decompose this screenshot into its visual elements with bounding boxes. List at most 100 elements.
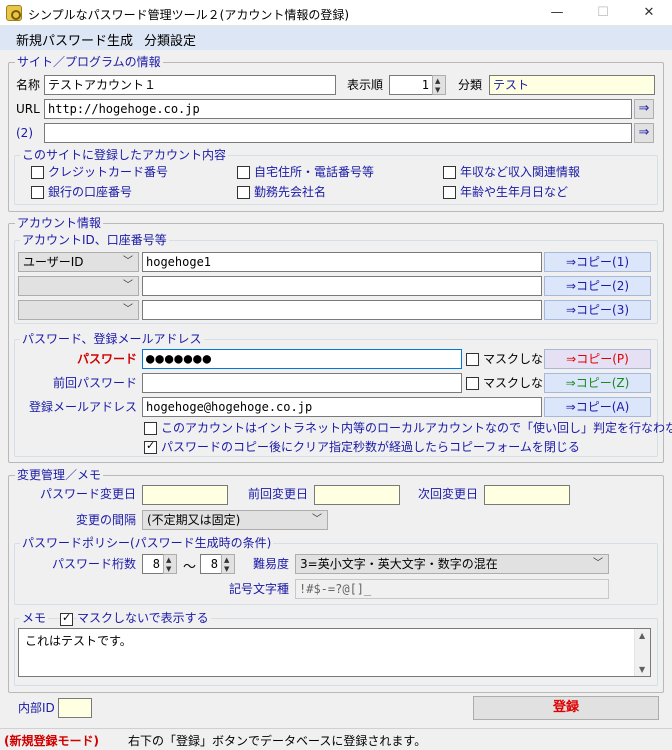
url-label: URL	[16, 102, 40, 116]
digits-label: パスワード桁数	[51, 557, 136, 571]
interval-value: (不定期又は固定)	[147, 513, 241, 527]
pw-changed-input[interactable]	[142, 485, 228, 505]
menu-new-password[interactable]: 新規パスワード生成	[16, 30, 133, 49]
app-lock-icon	[6, 5, 22, 21]
chevron-down-icon: ﹀	[123, 280, 133, 291]
url-input[interactable]: http://hogehoge.co.jp	[44, 99, 632, 119]
open-url-button[interactable]: ⇒	[634, 99, 654, 119]
status-message: 右下の「登録」ボタンでデータベースに登録されます。	[128, 734, 427, 748]
address-phone-label: 自宅住所・電話番号等	[254, 165, 375, 179]
digits-min-input[interactable]: 8	[142, 554, 164, 574]
id-input-1[interactable]: hogehoge1	[142, 252, 542, 272]
next-changed-label: 次回変更日	[418, 487, 479, 501]
chevron-down-icon: ﹀	[123, 256, 133, 267]
digits-max-input[interactable]: 8	[200, 554, 222, 574]
chevron-down-icon: ﹀	[312, 514, 322, 525]
scroll-down-icon[interactable]: ▼	[639, 665, 645, 674]
symbols-input: !#$-=?@[]_	[295, 579, 609, 599]
scroll-up-icon[interactable]: ▲	[639, 631, 645, 640]
id-type-select-3[interactable]: ﹀	[18, 300, 139, 320]
copy-password-button[interactable]: ⇒コピー(P)	[544, 349, 651, 369]
memo-text: これはテストです。	[25, 634, 132, 648]
prev-changed-input[interactable]	[314, 485, 400, 505]
close-copy-form-checkbox[interactable]	[144, 439, 157, 454]
category-input[interactable]: テスト	[489, 75, 655, 95]
open-url2-button[interactable]: ⇒	[634, 123, 654, 143]
copy-button-2[interactable]: ⇒コピー(2)	[544, 276, 651, 296]
id-input-3[interactable]	[142, 300, 542, 320]
local-account-checkbox[interactable]	[144, 422, 157, 435]
menu-bar: 新規パスワード生成 分類設定	[0, 26, 672, 50]
name-label: 名称	[16, 78, 41, 92]
copy-button-1[interactable]: ⇒コピー(1)	[544, 252, 651, 272]
password-input[interactable]: ●●●●●●●	[142, 349, 462, 369]
memo-show-checkbox[interactable]	[60, 611, 73, 626]
register-button[interactable]: 登録	[473, 696, 659, 720]
prev-changed-label: 前回変更日	[248, 487, 309, 501]
menu-category-settings[interactable]: 分類設定	[144, 30, 196, 49]
email-input[interactable]: hogehoge@hogehoge.co.jp	[142, 397, 542, 417]
symbols-label: 記号文字種	[229, 582, 290, 596]
id-type-select-1[interactable]: ユーザーID ﹀	[18, 252, 139, 272]
account-id-legend: アカウントID、口座番号等	[20, 233, 169, 247]
income-label: 年収など収入関連情報	[460, 165, 581, 179]
address-phone-checkbox[interactable]	[237, 166, 250, 179]
memo-legend: メモ	[20, 611, 49, 625]
order-spinner[interactable]: ▲ ▼	[432, 75, 446, 95]
digits-max-spinner[interactable]: ▲ ▼	[221, 554, 235, 574]
password-legend: パスワード、登録メールアドレス	[20, 332, 204, 346]
employer-checkbox[interactable]	[237, 186, 250, 199]
range-tilde: ～	[183, 560, 197, 575]
close-copy-form-label: パスワードのコピー後にクリア指定秒数が経過したらコピーフォームを閉じる	[161, 440, 580, 454]
status-mode: (新規登録モード)	[4, 734, 99, 748]
interval-label: 変更の間隔	[75, 513, 136, 527]
memo-scrollbar[interactable]: ▲ ▼	[634, 629, 650, 676]
account-content-legend: このサイトに登録したアカウント内容	[20, 148, 229, 162]
interval-select[interactable]: (不定期又は固定) ﹀	[142, 510, 328, 530]
account-info-legend: アカウント情報	[15, 216, 104, 230]
prev-mask-off-checkbox[interactable]	[466, 377, 479, 390]
pw-changed-label: パスワード変更日	[39, 487, 136, 501]
minimize-icon[interactable]: —	[534, 0, 580, 26]
maximize-icon: ☐	[597, 5, 609, 20]
employer-label: 勤務先会社名	[254, 185, 327, 199]
id-type-value-1: ユーザーID	[23, 255, 84, 269]
local-account-label: このアカウントはイントラネット内等のローカルアカウントなので「使い回し」判定を行…	[161, 421, 672, 435]
copy-email-button[interactable]: ⇒コピー(A)	[544, 397, 651, 417]
chevron-down-icon: ﹀	[593, 558, 603, 569]
copy-prev-password-button[interactable]: ⇒コピー(Z)	[544, 373, 651, 393]
prev-password-input[interactable]	[142, 373, 462, 393]
copy-button-3[interactable]: ⇒コピー(3)	[544, 300, 651, 320]
url2-input[interactable]	[44, 123, 632, 143]
close-icon[interactable]: ✕	[626, 0, 672, 26]
mask-off-checkbox[interactable]	[466, 353, 479, 366]
income-checkbox[interactable]	[443, 166, 456, 179]
change-memo-legend: 変更管理／メモ	[15, 468, 104, 482]
name-input[interactable]: テストアカウント１	[44, 75, 336, 95]
site-info-legend: サイト／プログラムの情報	[15, 55, 163, 69]
order-input[interactable]: 1	[389, 75, 433, 95]
status-bar: (新規登録モード) 右下の「登録」ボタンでデータベースに登録されます。	[0, 728, 672, 750]
prev-password-label: 前回パスワード	[52, 376, 137, 390]
email-label: 登録メールアドレス	[28, 400, 137, 414]
password-label: パスワード	[76, 352, 137, 366]
id-type-select-2[interactable]: ﹀	[18, 276, 139, 296]
difficulty-select[interactable]: 3=英小文字・英大文字・数字の混在 ﹀	[295, 554, 609, 574]
id-input-2[interactable]	[142, 276, 542, 296]
birthdate-checkbox[interactable]	[443, 186, 456, 199]
difficulty-label: 難易度	[253, 557, 290, 571]
internal-id-input	[58, 698, 92, 718]
url2-label: (2)	[16, 126, 33, 140]
next-changed-input[interactable]	[484, 485, 570, 505]
category-label: 分類	[458, 78, 483, 92]
memo-show-label: マスクしないで表示する	[77, 609, 211, 627]
memo-textarea[interactable]: これはテストです。 ▲ ▼	[18, 628, 651, 677]
title-bar: シンプルなパスワード管理ツール２(アカウント情報の登録) — ☐ ✕	[0, 0, 672, 26]
window-title: シンプルなパスワード管理ツール２(アカウント情報の登録)	[28, 8, 350, 22]
digits-min-spinner[interactable]: ▲ ▼	[163, 554, 177, 574]
policy-legend: パスワードポリシー(パスワード生成時の条件)	[20, 536, 274, 550]
bank-account-checkbox[interactable]	[31, 186, 44, 199]
chevron-down-icon: ﹀	[123, 304, 133, 315]
order-label: 表示順	[347, 78, 384, 92]
credit-card-checkbox[interactable]	[31, 166, 44, 179]
